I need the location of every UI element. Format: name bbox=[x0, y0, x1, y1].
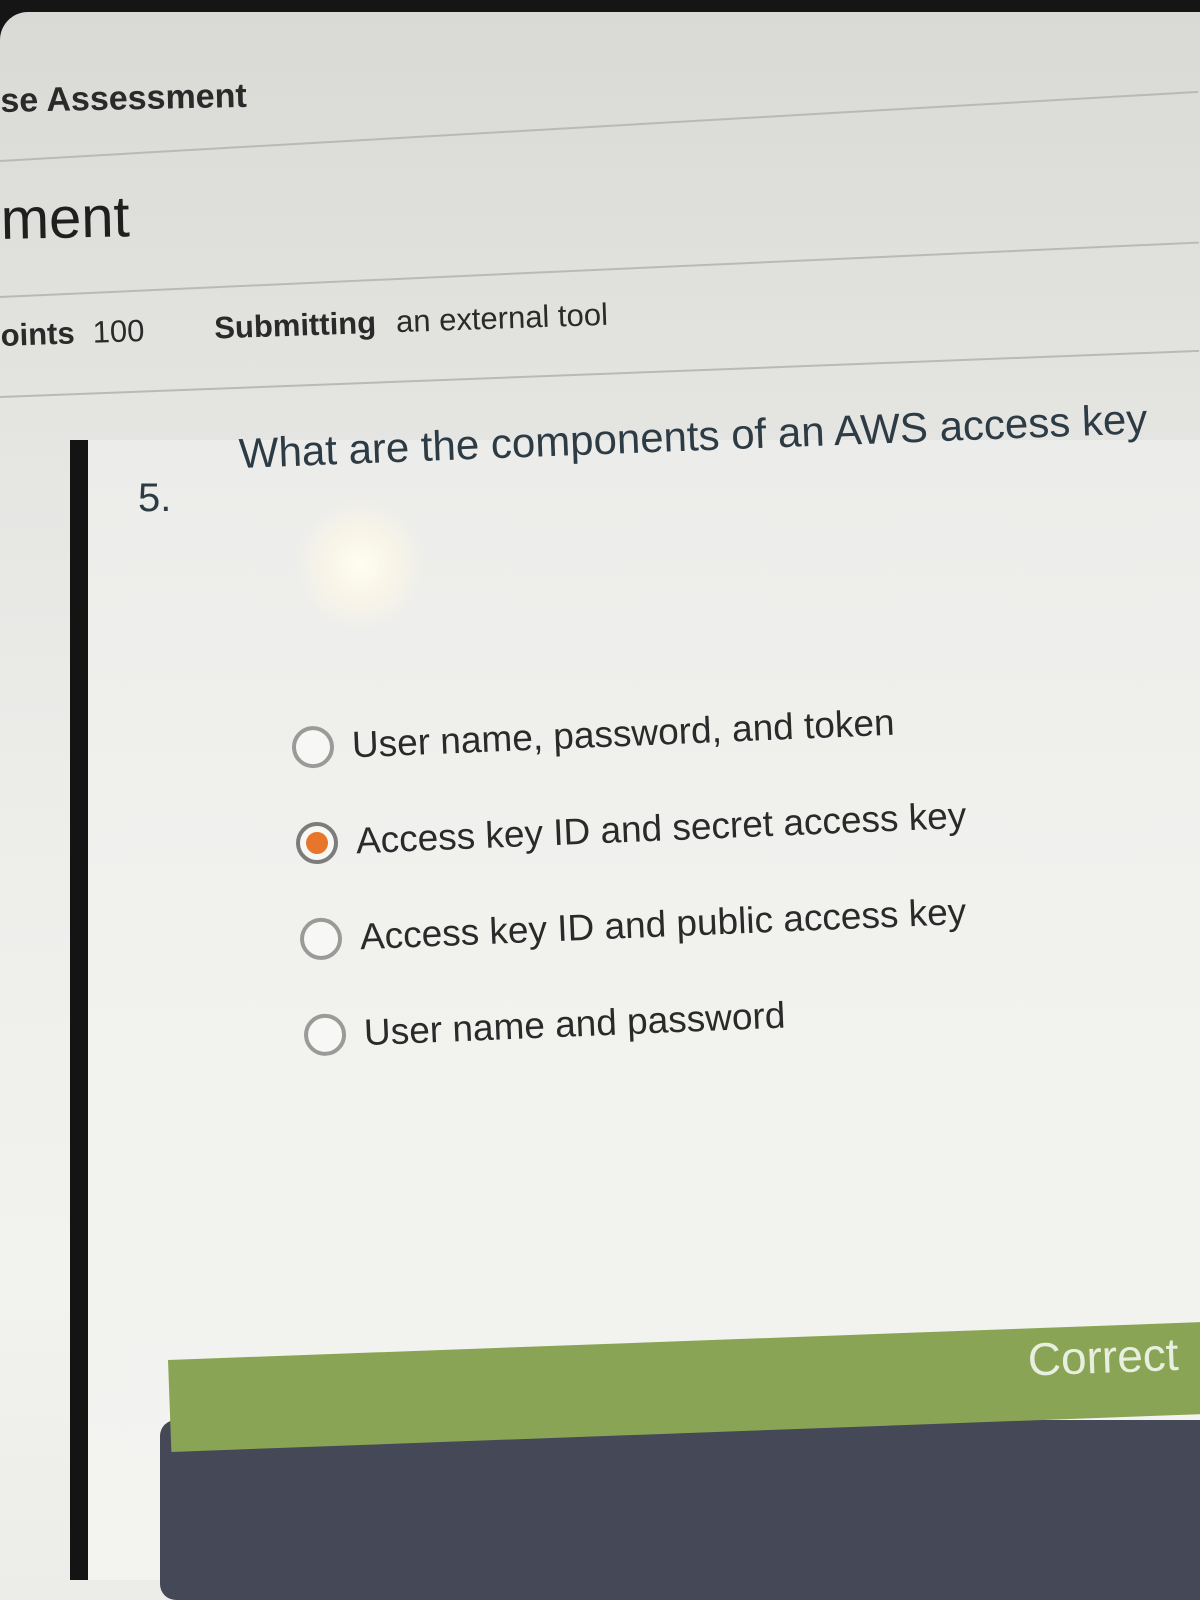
answer-label[interactable]: Access key ID and secret access key bbox=[355, 795, 967, 863]
answer-label[interactable]: Access key ID and public access key bbox=[359, 891, 967, 958]
submitting-value: an external tool bbox=[395, 296, 609, 340]
page-title: ment bbox=[0, 184, 131, 252]
submitting-label: Submitting bbox=[213, 304, 377, 346]
answer-label[interactable]: User name and password bbox=[363, 995, 786, 1055]
question-number: 5. bbox=[138, 476, 172, 520]
points-label: oints bbox=[0, 315, 76, 353]
answer-list: User name, password, and token Access ke… bbox=[290, 672, 976, 1084]
points-value: 100 bbox=[92, 312, 145, 350]
footer-panel bbox=[160, 1420, 1200, 1600]
answer-label[interactable]: User name, password, and token bbox=[351, 702, 895, 767]
radio-button[interactable] bbox=[291, 725, 335, 769]
radio-button-selected[interactable] bbox=[295, 821, 339, 865]
result-status: Correct bbox=[1026, 1327, 1180, 1386]
breadcrumb[interactable]: se Assessment bbox=[0, 77, 247, 121]
radio-button[interactable] bbox=[303, 1012, 347, 1057]
radio-button[interactable] bbox=[299, 917, 343, 961]
screen-glare bbox=[290, 500, 430, 630]
